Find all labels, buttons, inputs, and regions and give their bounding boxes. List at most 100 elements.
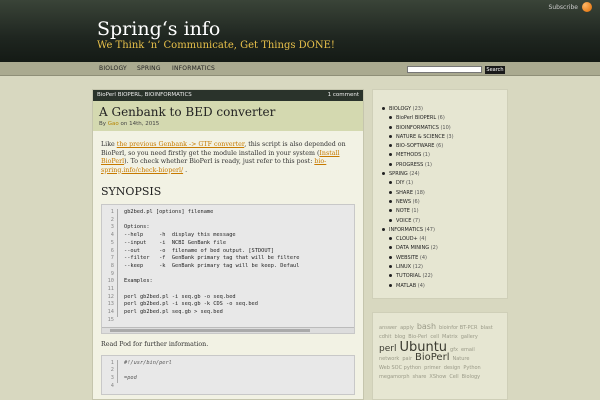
post-author[interactable]: Gao [108,121,119,127]
category-item[interactable]: METHODS (1) [389,152,507,161]
bullet-icon [389,116,392,120]
tag-link[interactable]: Biology [462,374,480,381]
code-text: #!/usr/bin/perl =pod [117,359,354,383]
site-header: Subscribe Spring‘s info We Think ‘n’ Com… [0,0,600,62]
tag-link[interactable]: answer [379,325,397,332]
tag-link[interactable]: Python [463,365,480,372]
tag-link[interactable]: design [444,365,461,372]
category-count: (1) [411,208,419,215]
bullet-icon [389,237,392,241]
category-item[interactable]: BioPerl BIOPERL (6) [389,115,507,124]
tag-link[interactable]: apply [400,325,414,332]
category-item[interactable]: BIOINFORMATICS (10) [389,125,507,134]
tag-link[interactable]: bash [417,323,436,331]
post-title[interactable]: A Genbank to BED converter [99,105,357,119]
scrollbar-thumb[interactable] [110,329,310,332]
line-number: 15 [107,316,114,323]
nav-item-biology[interactable]: BIOLOGY [99,65,127,72]
search-input[interactable] [407,66,482,73]
category-count: (1) [405,180,414,187]
category-item[interactable]: VOICE (7) [389,217,507,227]
tag-link[interactable]: cdhit [379,334,391,341]
line-number: 2 [110,367,114,374]
category-item[interactable]: LINUX (12) [389,264,507,273]
line-number: 8 [110,262,114,269]
category-label: BIOLOGY [389,106,413,112]
meta-by: By [99,121,107,127]
category-label: DIY [396,180,406,187]
categories-widget: BIOLOGY (23) BioPerl BIOPERL (6) BIOINFORM… [372,89,508,299]
category-label: WEBSITE [396,254,420,261]
category-label: BIO-SOFTWARE [396,143,437,150]
bullet-icon [389,199,392,203]
tag-link[interactable]: gallery [461,334,478,341]
line-number: 10 [107,278,114,285]
category-item[interactable]: PROGRESS (1) [389,162,507,171]
line-number: 11 [107,286,114,293]
bullet-icon [389,153,392,157]
tag-link[interactable]: blast [481,325,493,332]
category-item[interactable]: WEBSITE (4) [389,254,507,264]
intro-text-3: ). To check whether BioPerl is ready, ju… [124,158,315,165]
site-tagline: We Think ‘n’ Communicate, Get Things DON… [97,40,335,51]
category-item[interactable]: NEWS (6) [389,198,507,208]
category-item[interactable]: BIO-SOFTWARE (6) [389,143,507,152]
line-number: 4 [110,382,114,389]
comment-count[interactable]: 1 comment [328,92,359,98]
nav-item-spring[interactable]: SPRING [137,65,161,72]
category-item[interactable]: SPRING (24) [382,171,507,180]
bullet-icon [382,107,385,110]
line-number: 5 [110,239,114,246]
category-item[interactable]: TUTORIAL (22) [389,273,507,282]
code-line-numbers: 1234 [104,360,114,391]
tag-link[interactable]: Nature [452,356,469,363]
post-categories[interactable]: BioPerl BIOPERL, BIOINFORMATICS [97,92,192,98]
site-title[interactable]: Spring‘s info [97,18,220,40]
bullet-icon [389,144,392,148]
tag-link[interactable]: Cell [449,374,458,381]
category-count: (4) [419,236,427,243]
rss-icon[interactable] [582,2,592,12]
category-item[interactable]: SHARE (18) [389,189,507,199]
line-number: 1 [110,359,114,366]
category-label: VOICE [396,217,413,224]
tag-link[interactable]: gfx [450,347,458,354]
category-item[interactable]: MATLAB (4) [389,282,507,292]
subscribe-link[interactable]: Subscribe [549,4,578,11]
link-gtf-converter[interactable]: the previous Genbank -> GTF converter [117,141,244,148]
post-intro: Like the previous Genbank -> GTF convert… [101,141,355,175]
bullet-icon [389,265,392,269]
line-number: 2 [110,216,114,223]
category-item[interactable]: DATA MINING (2) [389,245,507,254]
tag-link[interactable]: megamorph [379,374,410,381]
post-header: A Genbank to BED converter By Gao on 14t… [93,101,363,131]
category-item[interactable]: NATURE & SCIENCE (3) [389,134,507,143]
category-item[interactable]: NOTE (1) [389,208,507,217]
category-count: (4) [417,282,425,289]
tag-link[interactable]: email [461,347,475,354]
post-body: Like the previous Genbank -> GTF convert… [93,131,363,399]
bullet-icon [389,162,392,166]
category-count: (6) [412,198,420,205]
category-item[interactable]: CLOUD+ (4) [389,236,507,245]
post-date: 14th, 2015 [129,121,160,127]
category-item[interactable]: INFORMATICS (47) [382,227,507,236]
tag-link[interactable]: primer [424,365,441,372]
code-scrollbar[interactable] [102,327,354,333]
nav-item-informatics[interactable]: INFORMATICS [172,65,215,72]
category-item[interactable]: DIY (1) [389,180,507,189]
bullet-icon [389,134,392,138]
tag-link[interactable]: network [379,356,399,363]
tag-link[interactable]: XShow [429,374,446,381]
category-label: MATLAB [396,282,418,289]
tag-link[interactable]: share [413,374,427,381]
tag-link[interactable]: bioinfor BT-PCR [439,325,477,332]
tag-link[interactable]: BioPerl [415,353,449,363]
code-text: gb2bed.pl [options] filename Options: --… [117,209,354,317]
tag-link[interactable]: Web SOC python [379,365,421,372]
tag-link[interactable]: pair [402,356,412,363]
tag-link[interactable]: perl [379,345,396,354]
search-button[interactable]: Search [485,66,505,74]
category-item[interactable]: BIOLOGY (23) [382,106,507,115]
category-label: SHARE [396,189,415,196]
